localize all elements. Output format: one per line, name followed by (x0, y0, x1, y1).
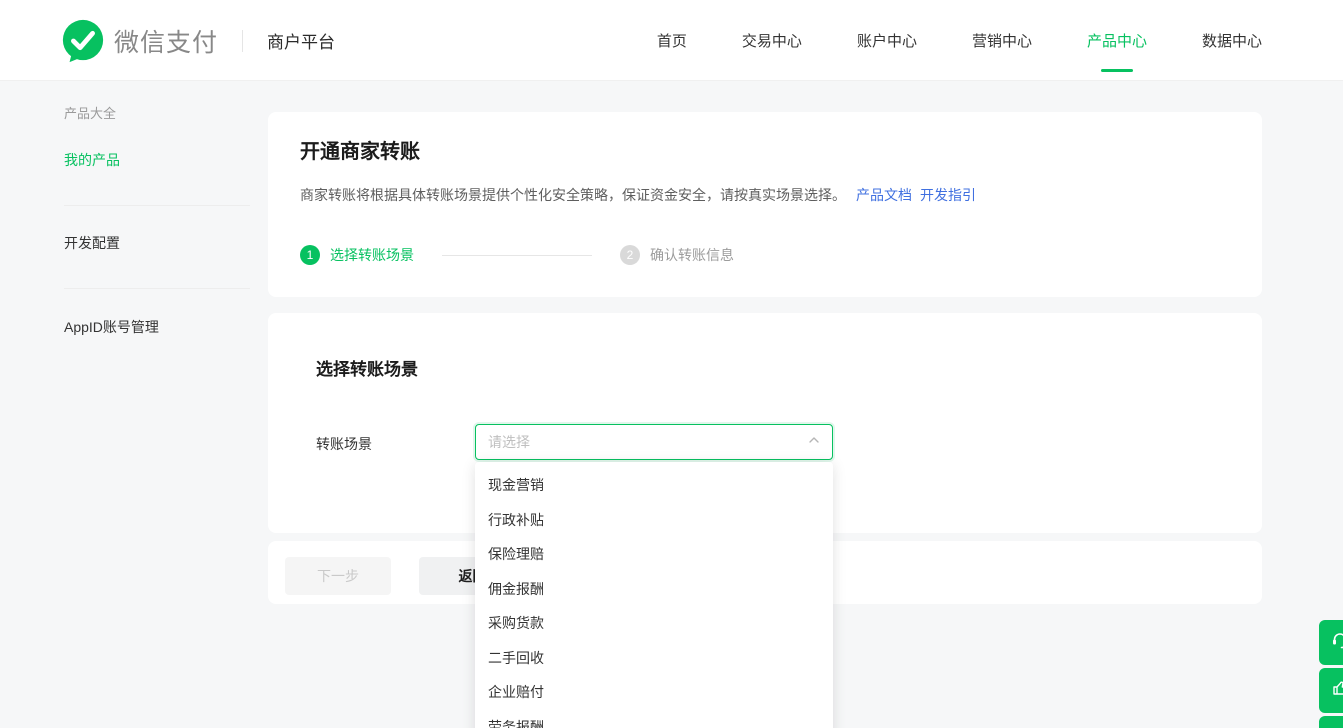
next-step-button[interactable]: 下一步 (285, 557, 391, 595)
nav-item-product-center[interactable]: 产品中心 (1087, 30, 1147, 51)
sidebar-section-title: 产品大全 (64, 103, 116, 122)
stepper: 1 选择转账场景 2 确认转账信息 (300, 245, 734, 265)
scenario-dropdown-panel: 现金营销 行政补贴 保险理赔 佣金报酬 采购货款 二手回收 企业赔付 劳务报酬 (475, 462, 833, 728)
sidebar-item-dev-config[interactable]: 开发配置 (64, 233, 120, 253)
sidebar-item-appid-management[interactable]: AppID账号管理 (64, 317, 159, 337)
dropdown-option-admin-subsidy[interactable]: 行政补贴 (475, 503, 833, 538)
step-2-circle: 2 (620, 245, 640, 265)
customer-service-button[interactable] (1319, 620, 1343, 665)
stepper-connector-line (442, 255, 592, 256)
dropdown-option-labor-remuneration[interactable]: 劳务报酬 (475, 710, 833, 728)
dropdown-option-insurance-claim[interactable]: 保险理赔 (475, 537, 833, 572)
main-nav: 首页 交易中心 账户中心 营销中心 产品中心 数据中心 (657, 0, 1262, 81)
form-section-title: 选择转账场景 (316, 355, 418, 380)
nav-item-trade-center[interactable]: 交易中心 (742, 30, 802, 51)
transfer-scenario-select[interactable]: 请选择 (475, 424, 833, 460)
brand-name: 微信支付 (114, 23, 218, 59)
page-title: 开通商家转账 (300, 135, 420, 164)
customer-service-icon (1330, 630, 1343, 655)
intro-card: 开通商家转账 商家转账将根据具体转账场景提供个性化安全策略，保证资金安全，请按真… (268, 112, 1262, 297)
step-2-label: 确认转账信息 (650, 245, 734, 265)
product-doc-link[interactable]: 产品文档 (856, 187, 912, 203)
step-1-label: 选择转账场景 (330, 245, 414, 265)
sidebar-item-my-products[interactable]: 我的产品 (64, 150, 120, 170)
nav-item-home[interactable]: 首页 (657, 30, 687, 51)
dropdown-option-commission-pay[interactable]: 佣金报酬 (475, 572, 833, 607)
brand: 微信支付 商户平台 (60, 0, 335, 81)
description-text: 商家转账将根据具体转账场景提供个性化安全策略，保证资金安全，请按真实场景选择。 (300, 187, 846, 203)
dev-guide-link[interactable]: 开发指引 (920, 187, 976, 203)
merchant-platform-page: 微信支付 商户平台 首页 交易中心 账户中心 营销中心 产品中心 数据中心 产品… (0, 0, 1343, 728)
sidebar-divider (64, 288, 250, 289)
top-header: 微信支付 商户平台 首页 交易中心 账户中心 营销中心 产品中心 数据中心 (0, 0, 1343, 81)
dropdown-option-procurement-payment[interactable]: 采购货款 (475, 606, 833, 641)
transfer-scenario-label: 转账场景 (316, 434, 372, 454)
dropdown-option-secondhand-recycle[interactable]: 二手回收 (475, 641, 833, 676)
nav-item-marketing-center[interactable]: 营销中心 (972, 30, 1032, 51)
step-1-circle: 1 (300, 245, 320, 265)
floating-toolbar (1319, 620, 1343, 728)
survey-button[interactable] (1319, 716, 1343, 728)
nav-item-data-center[interactable]: 数据中心 (1202, 30, 1262, 51)
dropdown-option-enterprise-compensation[interactable]: 企业赔付 (475, 675, 833, 710)
sidebar-divider (64, 205, 250, 206)
nav-item-account-center[interactable]: 账户中心 (857, 30, 917, 51)
feedback-button[interactable] (1319, 668, 1343, 713)
wechat-pay-logo-icon (60, 18, 106, 64)
select-placeholder: 请选择 (488, 432, 808, 452)
page-description: 商家转账将根据具体转账场景提供个性化安全策略，保证资金安全，请按真实场景选择。产… (300, 185, 976, 205)
portal-title: 商户平台 (267, 28, 335, 53)
dropdown-option-cash-marketing[interactable]: 现金营销 (475, 468, 833, 503)
brand-divider (242, 30, 243, 52)
chevron-up-icon (808, 433, 820, 451)
feedback-icon (1330, 678, 1343, 703)
